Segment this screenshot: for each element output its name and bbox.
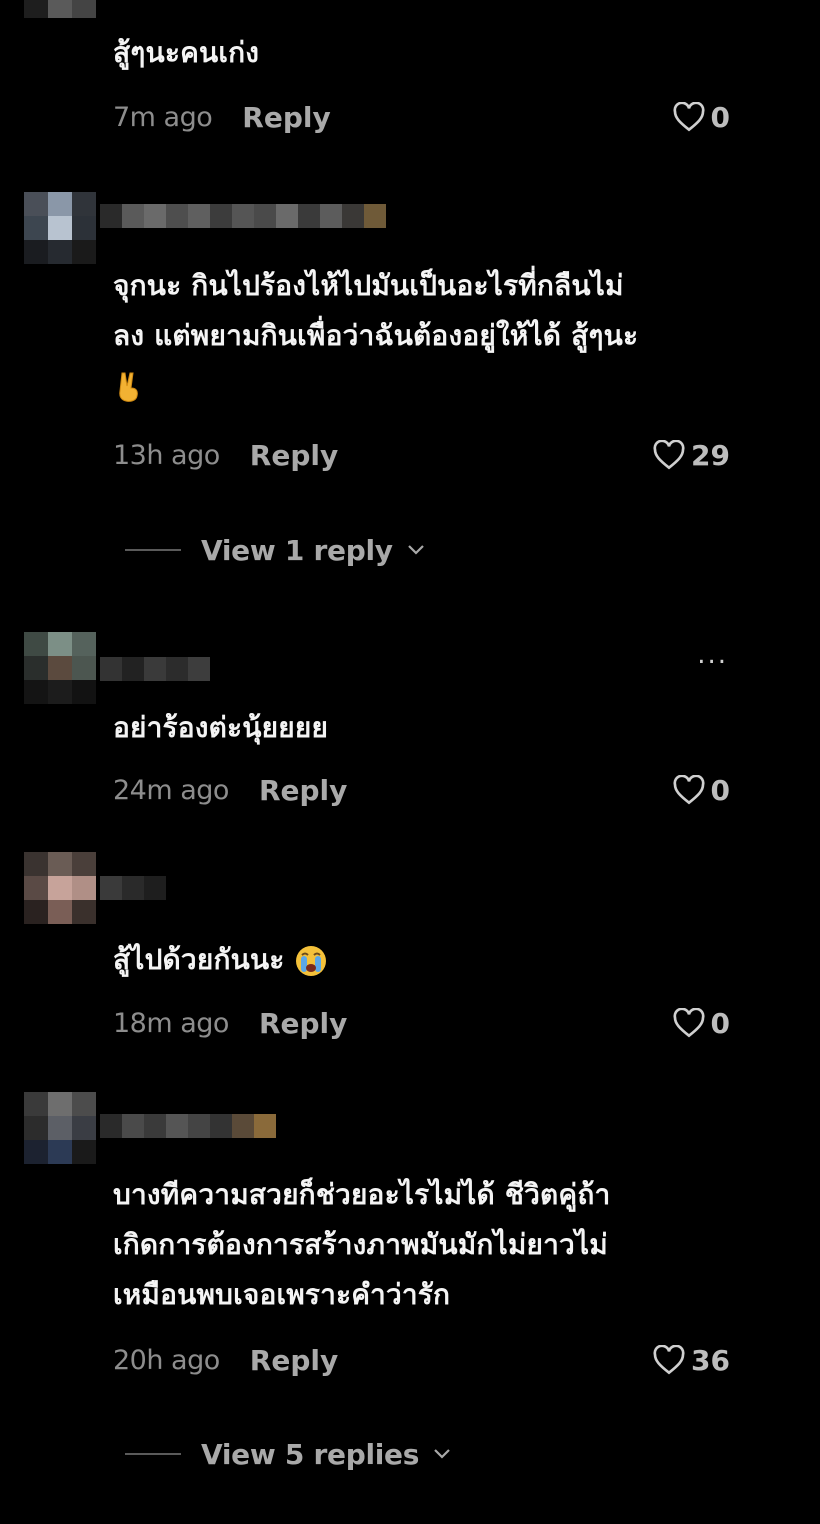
comment-line: เหมือนพบเจอเพราะคำว่ารัก <box>113 1278 451 1311</box>
reply-button[interactable]: Reply <box>250 1344 338 1377</box>
comment-line: บางทีความสวยก็ช่วยอะไรไม่ได้ ชีวิตคู่ถ้า <box>113 1178 611 1211</box>
victory-hand-emoji <box>113 361 638 411</box>
view-replies-label: View 1 reply <box>201 533 393 567</box>
comment-line: อย่าร้องต่ะนุ้ยยยย <box>113 711 329 744</box>
comment-meta: 20h ago Reply <box>113 1340 338 1380</box>
chevron-down-icon <box>407 541 425 560</box>
like-count: 36 <box>691 1343 730 1377</box>
more-options-icon[interactable]: ... <box>697 640 728 670</box>
comment-time: 18m ago <box>113 1007 229 1039</box>
comment-meta: 24m ago Reply <box>113 770 347 810</box>
avatar[interactable] <box>24 1092 96 1164</box>
username-blurred[interactable] <box>100 657 210 681</box>
divider-line <box>125 549 181 551</box>
crying-face-emoji <box>294 943 328 976</box>
heart-outline-icon <box>673 775 705 805</box>
comment-line: สู้ไปด้วยกันนะ <box>113 935 328 985</box>
comment-meta: 18m ago Reply <box>113 1003 347 1043</box>
comment-line: ลง แต่พยามกินเพื่อว่าฉันต้องอยู่ให้ได้ ส… <box>113 319 639 352</box>
reply-button[interactable]: Reply <box>259 1007 347 1040</box>
reply-button[interactable]: Reply <box>259 774 347 807</box>
comment-meta: 7m ago Reply <box>113 97 331 137</box>
heart-outline-icon <box>673 1008 705 1038</box>
divider-line <box>125 1453 181 1455</box>
like-button[interactable]: 29 <box>653 435 730 475</box>
like-button[interactable]: 36 <box>653 1340 730 1380</box>
comment-text: บางทีความสวยก็ช่วยอะไรไม่ได้ ชีวิตคู่ถ้า… <box>113 1170 610 1320</box>
chevron-down-icon <box>433 1445 451 1464</box>
comment-text: สู้ไปด้วยกันนะ <box>113 935 328 985</box>
comment-line: สู้ๆนะคนเก่ง <box>113 36 260 69</box>
view-replies-button[interactable]: View 1 reply <box>125 530 425 570</box>
comment-time: 7m ago <box>113 101 213 133</box>
heart-outline-icon <box>673 102 705 132</box>
avatar[interactable] <box>24 632 96 704</box>
comment-line: จุกนะ กินไปร้องไห้ไปมันเป็นอะไรที่กลืนไม… <box>113 269 624 302</box>
like-count: 29 <box>691 438 730 472</box>
comment-time: 20h ago <box>113 1344 220 1376</box>
comment-text: อย่าร้องต่ะนุ้ยยยย <box>113 703 328 753</box>
avatar[interactable] <box>24 192 96 264</box>
comment-meta: 13h ago Reply <box>113 435 338 475</box>
like-count: 0 <box>710 1006 730 1040</box>
like-button[interactable]: 0 <box>673 97 730 137</box>
comment-line-text: สู้ไปด้วยกันนะ <box>113 943 285 976</box>
comment-time: 13h ago <box>113 439 220 471</box>
avatar[interactable] <box>24 852 96 924</box>
comment-time: 24m ago <box>113 774 229 806</box>
username-blurred[interactable] <box>100 1114 276 1138</box>
comment-text: สู้ๆนะคนเก่ง <box>113 28 259 78</box>
view-replies-button[interactable]: View 5 replies <box>125 1434 451 1474</box>
like-button[interactable]: 0 <box>673 1003 730 1043</box>
view-replies-label: View 5 replies <box>201 1437 420 1471</box>
like-button[interactable]: 0 <box>673 770 730 810</box>
username-blurred[interactable] <box>100 204 386 228</box>
reply-button[interactable]: Reply <box>250 439 338 472</box>
avatar[interactable] <box>24 0 96 42</box>
comment-text: จุกนะ กินไปร้องไห้ไปมันเป็นอะไรที่กลืนไม… <box>113 261 638 411</box>
username-blurred[interactable] <box>100 876 166 900</box>
heart-outline-icon <box>653 440 685 470</box>
heart-outline-icon <box>653 1345 685 1375</box>
comment-line: เกิดการต้องการสร้างภาพมันมักไม่ยาวไม่ <box>113 1228 608 1261</box>
like-count: 0 <box>710 773 730 807</box>
reply-button[interactable]: Reply <box>242 101 330 134</box>
like-count: 0 <box>710 100 730 134</box>
